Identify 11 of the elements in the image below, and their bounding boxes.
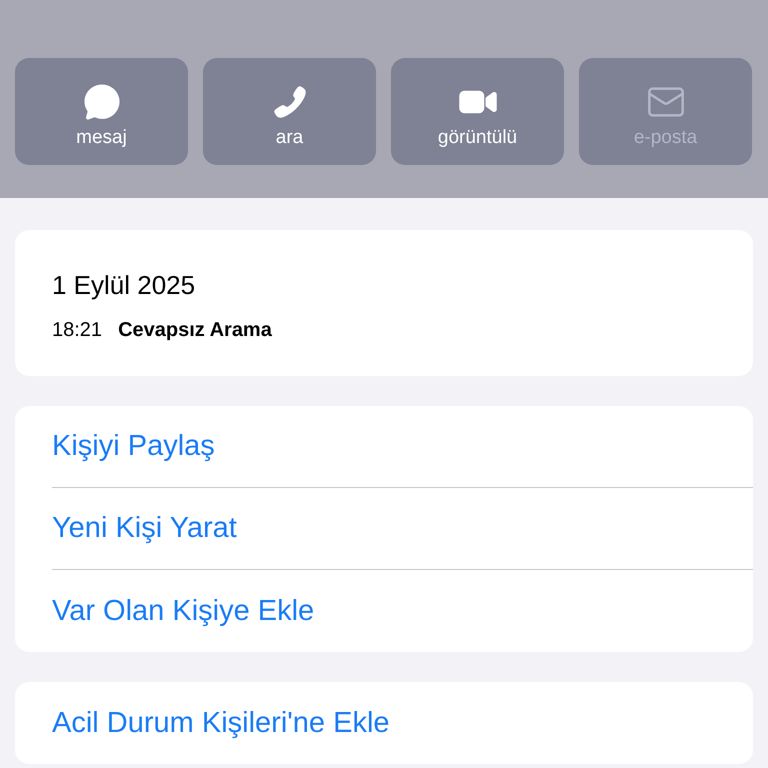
call-date: 1 Eylül 2025 bbox=[52, 272, 196, 298]
action-link[interactable]: Acil Durum Kişileri'ne Ekle bbox=[52, 708, 390, 738]
call-time: 18:21 bbox=[52, 320, 102, 340]
action-link[interactable]: Var Olan Kişiye Ekle bbox=[52, 596, 314, 626]
call-type: Cevapsız Arama bbox=[118, 320, 272, 340]
action-button[interactable]: ara bbox=[203, 58, 376, 165]
action-button[interactable]: görüntülü bbox=[391, 58, 564, 165]
phone-icon bbox=[272, 84, 308, 120]
action-link[interactable]: Kişiyi Paylaş bbox=[52, 432, 215, 461]
action-link[interactable]: Yeni Kişi Yarat bbox=[52, 514, 237, 543]
action-button[interactable]: mesaj bbox=[15, 58, 188, 165]
